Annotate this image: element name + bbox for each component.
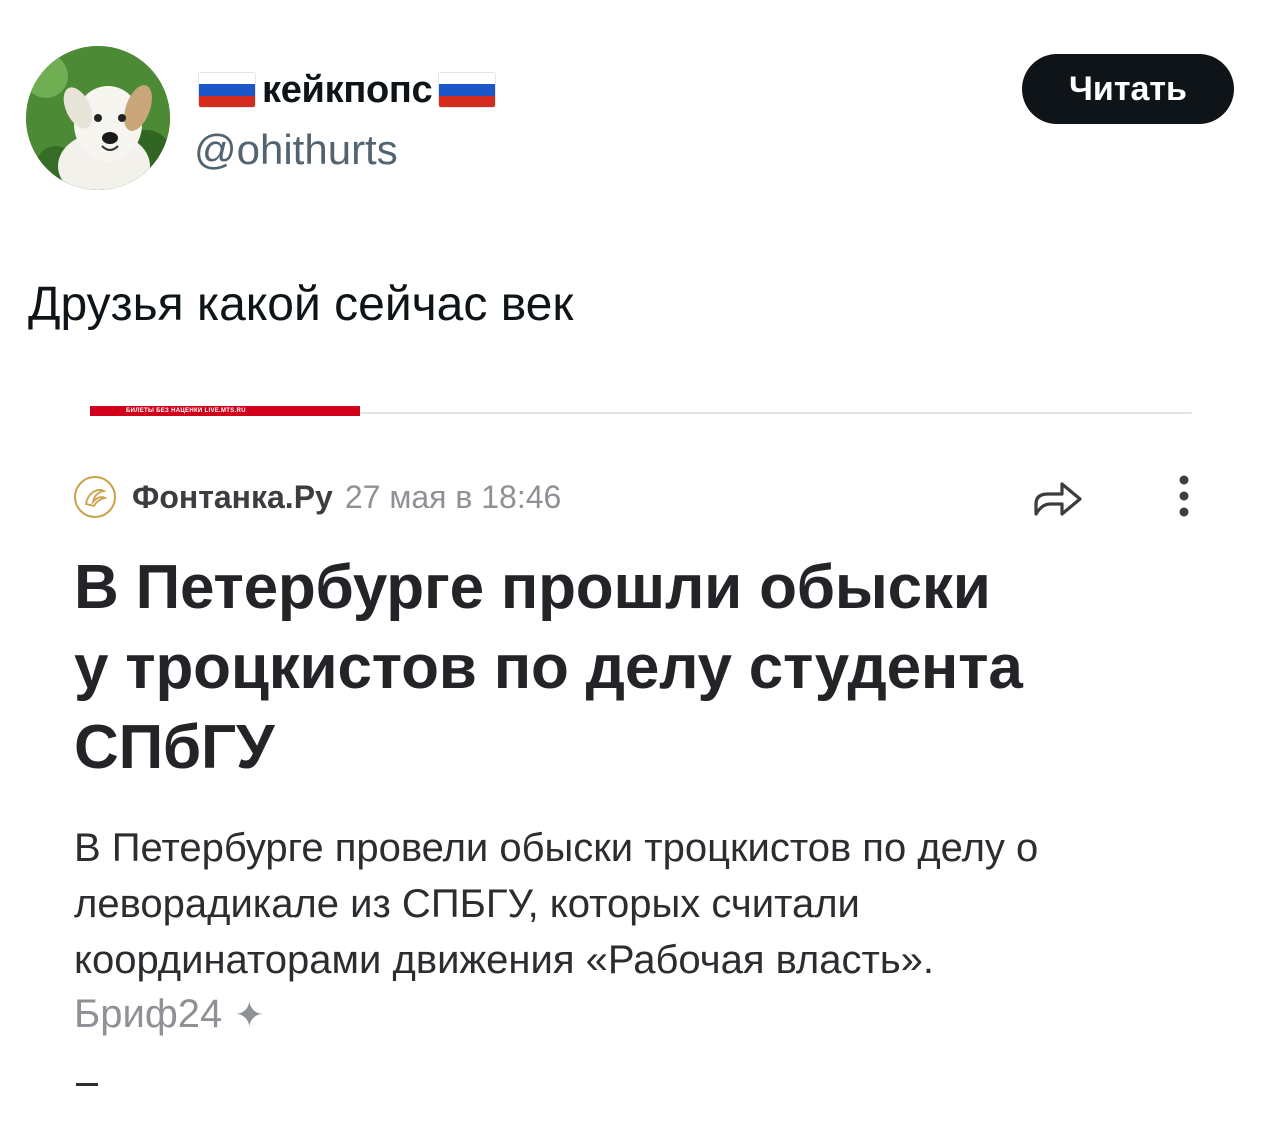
dog-avatar-image (26, 46, 170, 190)
summary-line: координаторами движения «Рабочая власть»… (74, 938, 935, 982)
share-icon[interactable] (1030, 474, 1086, 524)
summary-line: В Петербурге провели обыски троцкистов п… (74, 826, 1039, 870)
divider (360, 412, 1192, 414)
divider-dash (76, 1083, 98, 1086)
tweet-text: Друзья какой сейчас век (28, 278, 574, 331)
more-options-icon[interactable] (1170, 472, 1198, 524)
display-name-row: кейкпопс (198, 66, 497, 114)
article-headline[interactable]: В Петербурге прошли обыски у троцкистов … (74, 548, 1194, 788)
follow-button[interactable]: Читать (1022, 54, 1234, 124)
publish-date: 27 мая в 18:46 (344, 478, 562, 515)
article-source-row: Фонтанка.Ру 27 мая в 18:46 (74, 474, 561, 520)
avatar[interactable] (26, 46, 170, 190)
summary-line: леворадикале из СПБГУ, которых считали (74, 882, 860, 926)
fontanka-logo-icon (74, 476, 116, 518)
article-summary: В Петербурге провели обыски троцкистов п… (74, 820, 1224, 988)
sparkle-icon: ✦ (234, 993, 265, 1035)
flag-stripe-blue (439, 84, 496, 96)
flag-stripe-red (439, 95, 496, 107)
ad-banner: БИЛЕТЫ БЕЗ НАЦЕНКИ LIVE.MTS.RU (90, 406, 360, 416)
flag-stripe-white (199, 73, 255, 85)
flag-stripe-blue (199, 84, 255, 96)
headline-line: В Петербурге прошли обыски (74, 553, 991, 622)
headline-line: СПбГУ (74, 713, 275, 782)
brief-label: Бриф24 (74, 992, 223, 1036)
russia-flag-icon (198, 72, 256, 108)
tweet-header: кейкпопс @ohithurts Читать (0, 0, 1284, 220)
flag-stripe-white (439, 73, 496, 85)
brief-attribution[interactable]: Бриф24 ✦ (74, 992, 264, 1037)
russia-flag-icon (438, 72, 497, 108)
display-name[interactable]: кейкпопс (262, 66, 433, 114)
tweet-media-image[interactable]: БИЛЕТЫ БЕЗ НАЦЕНКИ LIVE.MTS.RU Фонтанка.… (0, 380, 1284, 1126)
headline-line: у троцкистов по делу студента (74, 633, 1023, 702)
flag-stripe-red (199, 95, 255, 107)
source-name[interactable]: Фонтанка.Ру (132, 479, 333, 516)
user-handle[interactable]: @ohithurts (194, 124, 398, 176)
